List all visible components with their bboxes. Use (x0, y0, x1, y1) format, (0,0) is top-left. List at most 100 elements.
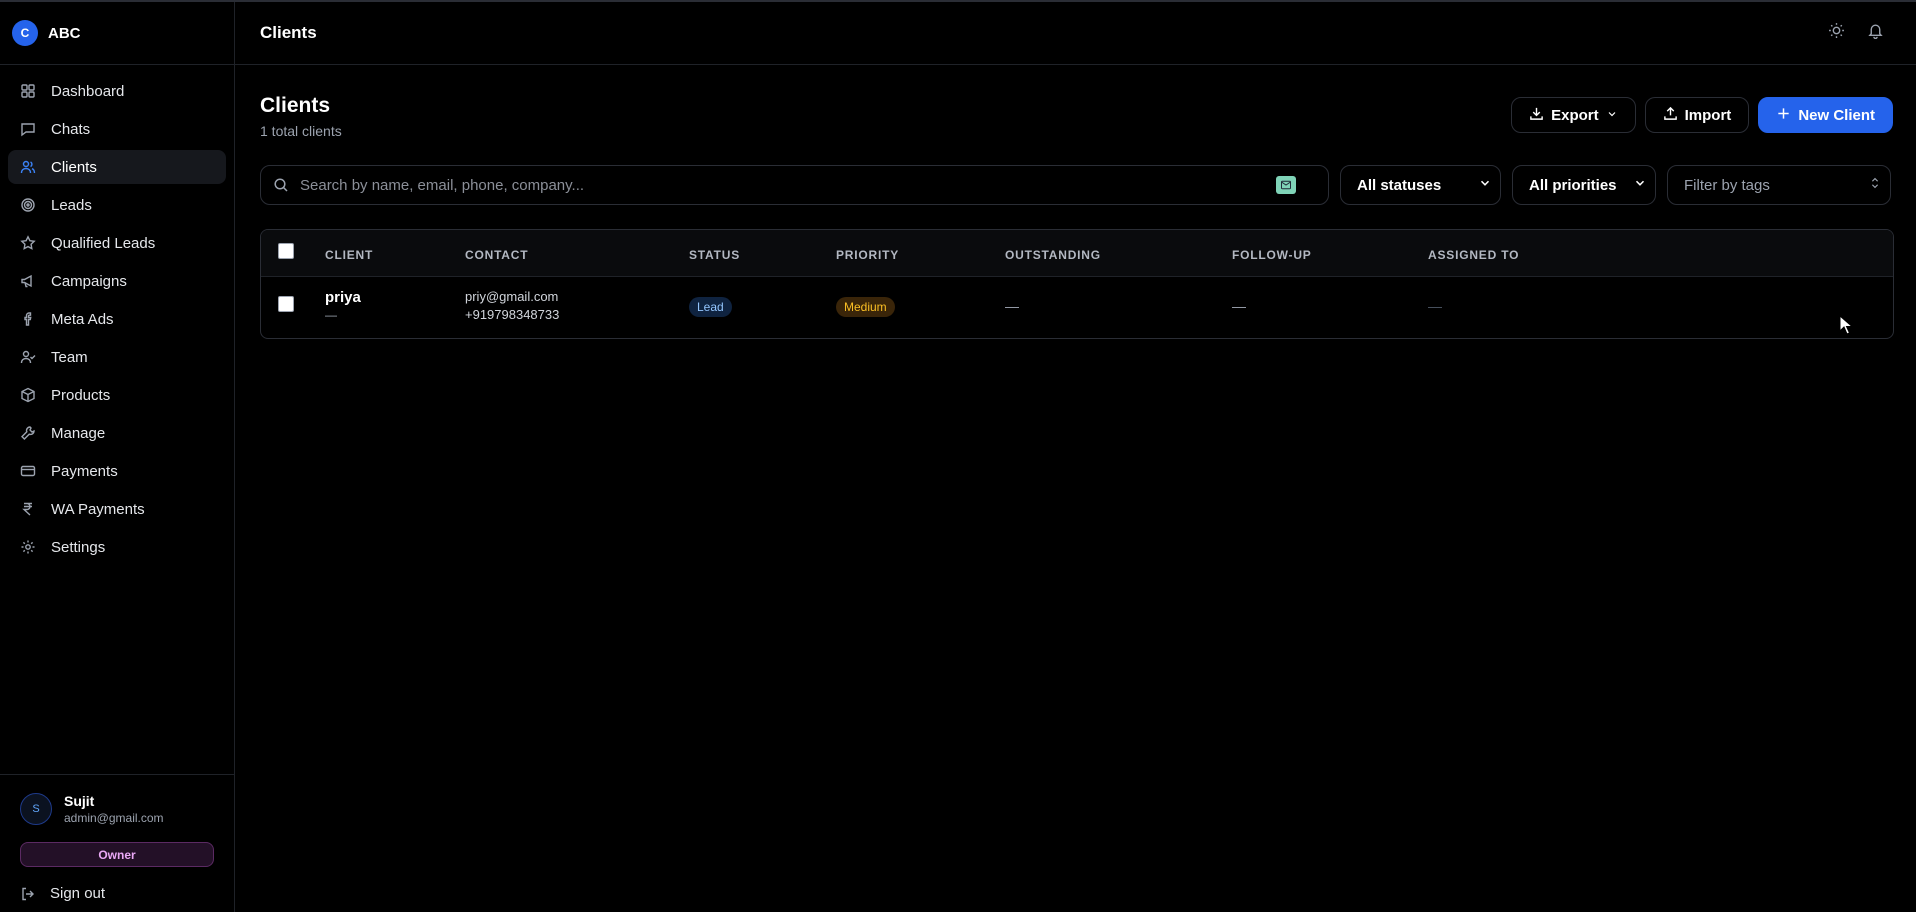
sidebar-item-qualified-leads[interactable]: Qualified Leads (8, 226, 226, 260)
follow-up-value: — (1232, 298, 1246, 314)
sidebar-item-campaigns[interactable]: Campaigns (8, 264, 226, 298)
user-name: Sujit (64, 793, 95, 809)
priority-filter-select[interactable]: All priorities (1512, 165, 1656, 205)
sidebar-item-chats[interactable]: Chats (8, 112, 226, 146)
chevron-down-icon (1606, 107, 1618, 124)
sidebar: C ABC Dashboard Chats Clients Leads Qual… (0, 2, 235, 912)
tags-filter-select[interactable]: Filter by tags (1667, 165, 1891, 205)
users-icon (20, 159, 36, 175)
chat-icon (20, 121, 36, 137)
sidebar-item-clients[interactable]: Clients (8, 150, 226, 184)
megaphone-icon (20, 273, 36, 289)
priority-cell: Medium (836, 297, 895, 317)
sign-out-label: Sign out (50, 885, 106, 902)
clients-table: CLIENT CONTACT STATUS PRIORITY OUTSTANDI… (260, 229, 1894, 339)
select-all-checkbox[interactable] (278, 243, 294, 259)
sidebar-item-label: Payments (51, 462, 118, 480)
page-header: Clients 1 total clients (260, 94, 342, 139)
sidebar-item-label: Meta Ads (51, 310, 114, 328)
client-email[interactable]: priy@gmail.com (465, 289, 558, 304)
rupee-icon (20, 501, 36, 517)
sidebar-item-label: Settings (51, 538, 106, 556)
topbar-title: Clients (260, 23, 317, 42)
column-header-contact[interactable]: CONTACT (465, 248, 528, 262)
table-header: CLIENT CONTACT STATUS PRIORITY OUTSTANDI… (261, 230, 1893, 277)
sidebar-item-label: Clients (51, 158, 97, 176)
sidebar-item-label: Dashboard (51, 82, 125, 100)
row-checkbox[interactable] (278, 296, 294, 312)
brand-name: ABC (48, 24, 81, 42)
star-icon (20, 235, 36, 251)
outstanding-value: — (1005, 298, 1019, 314)
page-title: Clients (260, 94, 331, 117)
new-client-button[interactable]: New Client (1758, 97, 1893, 133)
target-icon (20, 197, 36, 213)
client-name[interactable]: priya (325, 289, 361, 306)
app-shell: C ABC Dashboard Chats Clients Leads Qual… (0, 2, 1916, 912)
export-button[interactable]: Export (1511, 97, 1636, 133)
sun-icon[interactable] (1828, 22, 1845, 44)
sidebar-item-payments[interactable]: Payments (8, 454, 226, 488)
logout-icon (20, 886, 36, 902)
export-label: Export (1551, 106, 1599, 124)
sidebar-item-dashboard[interactable]: Dashboard (8, 74, 226, 108)
column-header-client[interactable]: CLIENT (325, 248, 373, 262)
sidebar-item-label: Products (51, 386, 111, 404)
table-row[interactable]: priya — priy@gmail.com +919798348733 Lea… (261, 277, 1893, 338)
topbar-icons (1828, 22, 1884, 44)
filters-bar: All statuses All priorities Filter by ta… (260, 165, 1891, 205)
user-info: Sujit admin@gmail.com (64, 793, 164, 825)
tags-filter-placeholder: Filter by tags (1684, 176, 1770, 194)
import-label: Import (1684, 106, 1732, 124)
page-actions: Export Import New Client (1511, 97, 1893, 133)
client-company: — (325, 308, 337, 322)
credit-card-icon (20, 463, 36, 479)
mouse-cursor-icon (1839, 315, 1853, 335)
import-button[interactable]: Import (1644, 97, 1750, 133)
sidebar-item-label: WA Payments (51, 500, 145, 518)
priority-badge: Medium (836, 297, 895, 317)
sidebar-item-wa-payments[interactable]: WA Payments (8, 492, 226, 526)
gear-icon (20, 539, 36, 555)
sidebar-item-products[interactable]: Products (8, 378, 226, 412)
topbar: Clients (235, 2, 1916, 65)
status-filter-value: All statuses (1357, 176, 1442, 194)
column-header-assigned-to[interactable]: ASSIGNED TO (1428, 248, 1519, 262)
sidebar-item-label: Qualified Leads (51, 234, 156, 252)
client-count: 1 total clients (260, 123, 342, 139)
user-profile[interactable]: S Sujit admin@gmail.com (20, 793, 214, 825)
column-header-outstanding[interactable]: OUTSTANDING (1005, 248, 1101, 262)
chevron-down-icon (1633, 176, 1647, 194)
new-client-label: New Client (1798, 106, 1875, 124)
sidebar-item-meta-ads[interactable]: Meta Ads (8, 302, 226, 336)
main-content: Clients Clients 1 total clients Export I… (235, 2, 1916, 912)
client-phone[interactable]: +919798348733 (465, 307, 559, 322)
sidebar-item-label: Team (51, 348, 88, 366)
sidebar-item-settings[interactable]: Settings (8, 530, 226, 564)
avatar: S (20, 793, 52, 825)
column-header-status[interactable]: STATUS (689, 248, 740, 262)
brand[interactable]: C ABC (0, 2, 234, 65)
extension-icon[interactable] (1276, 176, 1296, 194)
sidebar-footer: S Sujit admin@gmail.com Owner Sign out (0, 774, 234, 912)
status-filter-select[interactable]: All statuses (1340, 165, 1501, 205)
sign-out-button[interactable]: Sign out (20, 885, 214, 902)
user-check-icon (20, 349, 36, 365)
sidebar-item-label: Leads (51, 196, 92, 214)
status-badge: Lead (689, 297, 732, 317)
sidebar-item-leads[interactable]: Leads (8, 188, 226, 222)
bell-icon[interactable] (1867, 22, 1884, 44)
sidebar-item-label: Chats (51, 120, 91, 138)
wrench-icon (20, 425, 36, 441)
sidebar-item-team[interactable]: Team (8, 340, 226, 374)
sidebar-nav: Dashboard Chats Clients Leads Qualified … (0, 65, 234, 577)
column-header-priority[interactable]: PRIORITY (836, 248, 899, 262)
search-box (260, 165, 1329, 205)
chevron-updown-icon (1868, 176, 1882, 194)
search-input[interactable] (300, 176, 1276, 194)
brand-logo: C (12, 20, 38, 46)
priority-filter-value: All priorities (1529, 176, 1617, 194)
column-header-follow-up[interactable]: FOLLOW-UP (1232, 248, 1312, 262)
sidebar-item-manage[interactable]: Manage (8, 416, 226, 450)
facebook-icon (20, 311, 36, 327)
